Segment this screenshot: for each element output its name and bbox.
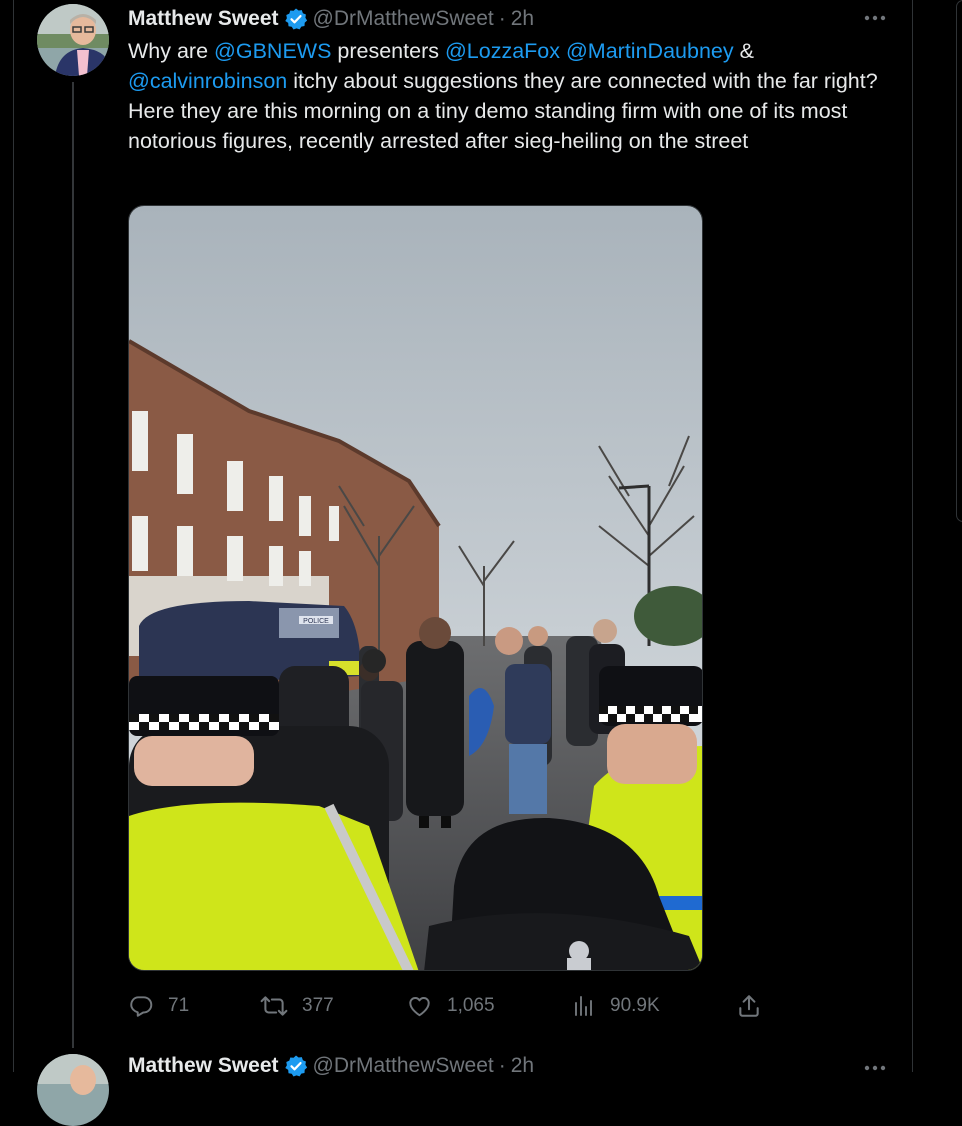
separator-dot: · [498, 1054, 506, 1077]
timeline-right-border [912, 0, 913, 1072]
like-button[interactable]: 1,065 [406, 988, 495, 1024]
text-segment: presenters [331, 39, 445, 63]
like-count: 1,065 [447, 995, 495, 1016]
tweet-header: Matthew Sweet @DrMatthewSweet · 2h [128, 5, 534, 33]
share-button[interactable] [736, 988, 776, 1024]
retweet-icon [260, 993, 288, 1019]
mention-link[interactable]: @MartinDaubney [566, 39, 734, 63]
reply-count: 71 [168, 995, 190, 1016]
timestamp[interactable]: 2h [511, 7, 534, 31]
retweet-count: 377 [302, 995, 334, 1016]
reply-icon [128, 993, 154, 1019]
separator-dot: · [498, 7, 506, 30]
tweet-text: Why are @GBNEWS presenters @LozzaFox @Ma… [128, 36, 898, 156]
mention-link[interactable]: @LozzaFox [445, 39, 560, 63]
thread-connector-line [72, 82, 74, 1048]
like-icon [406, 993, 433, 1019]
verified-badge-icon [284, 1054, 308, 1078]
text-segment: Why are [128, 39, 215, 63]
avatar[interactable] [37, 4, 109, 76]
mention-link[interactable]: @calvinrobinson [128, 69, 287, 93]
mention-link[interactable]: @GBNEWS [214, 39, 331, 63]
timestamp[interactable]: 2h [511, 1054, 534, 1078]
views-icon [572, 993, 596, 1019]
van-police-sign: POLICE [303, 618, 329, 625]
retweet-button[interactable]: 377 [260, 988, 334, 1024]
author-name[interactable]: Matthew Sweet [128, 1054, 279, 1078]
sidebar-panel-edge [956, 0, 962, 522]
more-icon[interactable] [862, 1058, 888, 1078]
share-icon [736, 993, 762, 1019]
avatar[interactable] [37, 1054, 109, 1126]
views-count: 90.9K [610, 995, 660, 1016]
tweet-header: Matthew Sweet @DrMatthewSweet · 2h [128, 1052, 534, 1080]
timeline-left-border [13, 0, 14, 1072]
more-icon[interactable] [862, 8, 888, 28]
tweet-actions: 71 377 1,065 90.9K [128, 988, 768, 1024]
tweet-photo[interactable]: POLICE [128, 205, 703, 971]
author-name[interactable]: Matthew Sweet [128, 7, 279, 31]
verified-badge-icon [284, 7, 308, 31]
text-segment: & [733, 39, 754, 63]
views-button[interactable]: 90.9K [572, 988, 660, 1024]
reply-button[interactable]: 71 [128, 988, 189, 1024]
author-handle[interactable]: @DrMatthewSweet [313, 1054, 494, 1078]
author-handle[interactable]: @DrMatthewSweet [313, 7, 494, 31]
